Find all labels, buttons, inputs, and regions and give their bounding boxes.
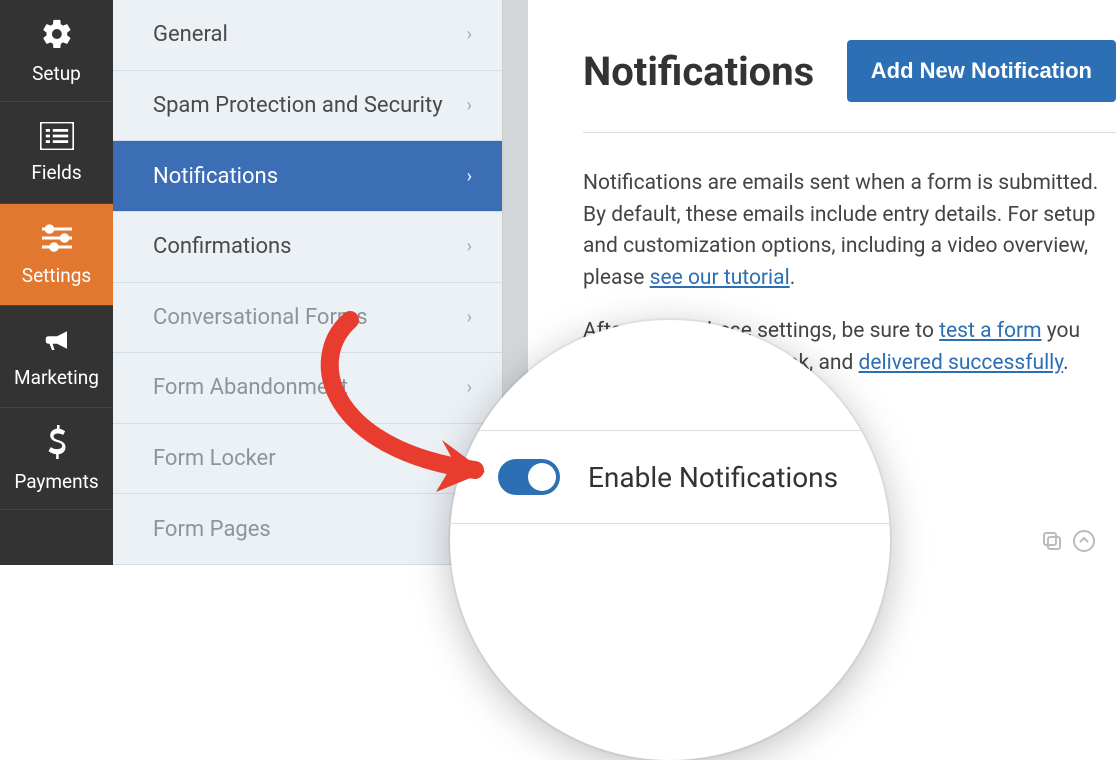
enable-notifications-label: Enable Notifications [588, 461, 838, 494]
megaphone-icon [40, 325, 74, 360]
nav-item-label: Settings [22, 264, 91, 287]
magnifier-callout: Enable Notifications [450, 320, 890, 760]
nav-item-payments[interactable]: Payments [0, 408, 113, 510]
submenu-item-spam[interactable]: Spam Protection and Security › [113, 71, 502, 142]
main-header: Notifications Add New Notification [583, 40, 1116, 133]
nav-item-label: Setup [32, 62, 81, 85]
intro-paragraph: Notifications are emails sent when a for… [583, 168, 1116, 294]
collapse-icon[interactable] [1072, 529, 1096, 553]
enable-notifications-toggle[interactable] [498, 459, 560, 495]
delivered-link[interactable]: delivered successfully [859, 351, 1064, 375]
nav-item-label: Marketing [14, 366, 99, 389]
submenu-label: Form Pages [153, 517, 271, 542]
nav-item-label: Payments [14, 470, 98, 493]
submenu-item-confirmations[interactable]: Confirmations › [113, 212, 502, 283]
add-notification-button[interactable]: Add New Notification [847, 40, 1116, 102]
list-icon [40, 122, 74, 155]
nav-item-label: Fields [31, 161, 81, 184]
submenu-label: Form Locker [153, 446, 276, 471]
submenu-item-conversational[interactable]: Conversational Forms › [113, 283, 502, 354]
submenu-label: Conversational Forms [153, 305, 368, 330]
submenu-item-notifications[interactable]: Notifications › [113, 141, 502, 212]
footer-icons [1040, 529, 1096, 553]
page-title: Notifications [583, 48, 814, 95]
nav-item-setup[interactable]: Setup [0, 0, 113, 102]
chevron-right-icon: › [467, 236, 472, 257]
gear-icon [40, 17, 74, 56]
nav-item-fields[interactable]: Fields [0, 102, 113, 204]
submenu-item-abandonment[interactable]: Form Abandonment › [113, 353, 502, 424]
chevron-right-icon: › [467, 24, 472, 45]
submenu-item-pages[interactable]: Form Pages › [113, 494, 502, 565]
nav-item-settings[interactable]: Settings [0, 204, 113, 306]
submenu-label: Notifications [153, 164, 278, 189]
chevron-right-icon: › [467, 307, 472, 328]
submenu-item-general[interactable]: General › [113, 0, 502, 71]
dollar-icon [46, 425, 68, 464]
settings-submenu: General › Spam Protection and Security ›… [113, 0, 503, 565]
submenu-item-locker[interactable]: Form Locker › [113, 424, 502, 495]
sliders-icon [39, 223, 75, 258]
tutorial-link[interactable]: see our tutorial [650, 266, 790, 290]
duplicate-icon[interactable] [1040, 529, 1064, 553]
enable-notifications-row: Enable Notifications [450, 430, 890, 524]
submenu-label: Confirmations [153, 234, 292, 259]
nav-item-marketing[interactable]: Marketing [0, 306, 113, 408]
left-nav: Setup Fields Settings Marketing Payments [0, 0, 113, 565]
chevron-right-icon: › [467, 95, 472, 116]
chevron-right-icon: › [467, 166, 472, 187]
submenu-label: General [153, 22, 228, 47]
submenu-label: Form Abandonment [153, 375, 348, 400]
chevron-right-icon: › [467, 377, 472, 398]
test-form-link[interactable]: test a form [939, 319, 1041, 343]
submenu-label: Spam Protection and Security [153, 93, 443, 118]
